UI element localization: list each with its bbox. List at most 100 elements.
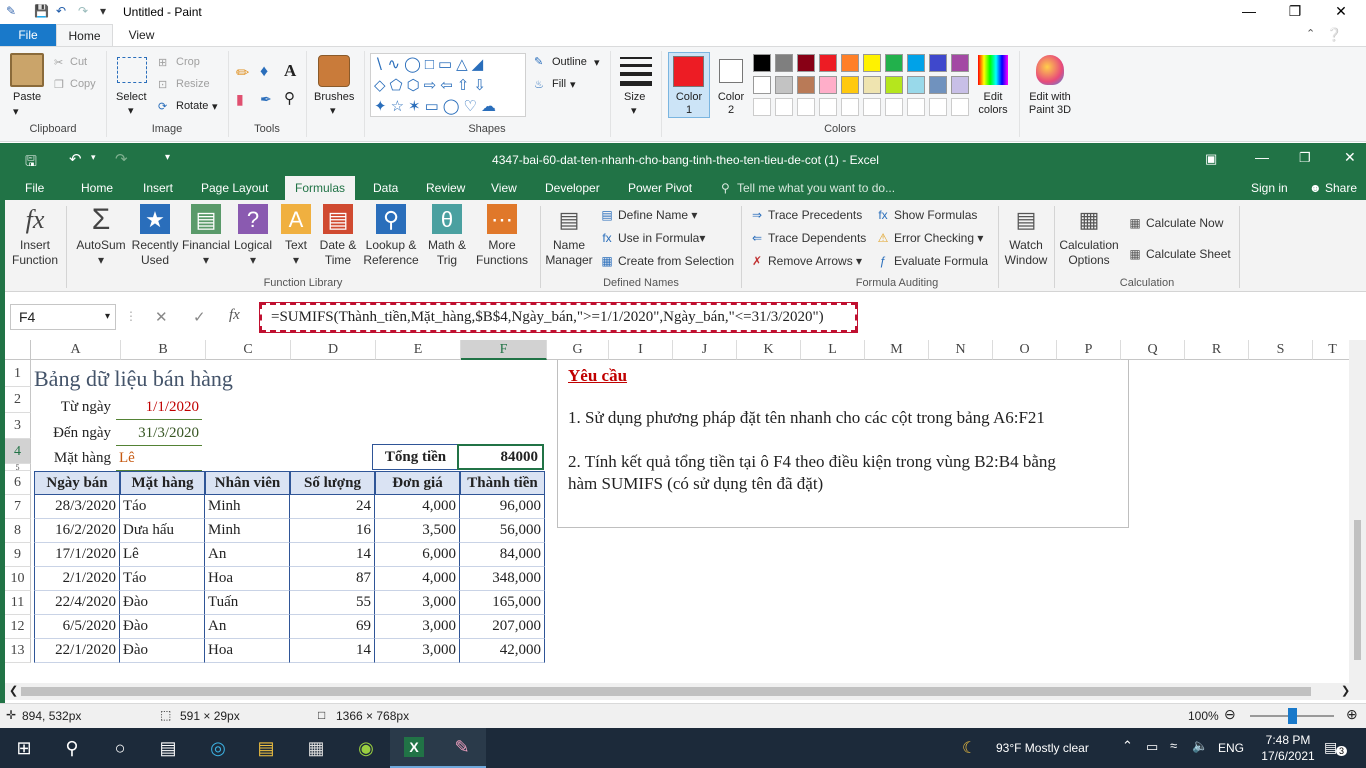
calculate-now-button[interactable]: ▦ Calculate Now — [1127, 216, 1223, 230]
watch-window-button[interactable]: ▤ Watch Window — [1001, 204, 1051, 268]
color2-swatch[interactable] — [719, 59, 743, 83]
create-from-selection-button[interactable]: ▦ Create from Selection — [599, 254, 734, 268]
scroll-left-icon[interactable]: ❮ — [9, 684, 18, 697]
task-view-icon[interactable]: ▤ — [144, 728, 192, 768]
column-header-e[interactable]: E — [376, 340, 461, 360]
row-header-6[interactable]: 6 — [5, 471, 31, 495]
crop-icon[interactable]: ⊞ — [158, 56, 167, 69]
color-picker-icon[interactable]: ✒ — [260, 91, 272, 108]
minimize-button[interactable]: — — [1226, 2, 1272, 22]
palette-swatch-empty[interactable] — [819, 98, 837, 116]
palette-swatch-empty[interactable] — [951, 98, 969, 116]
start-windows-icon[interactable]: ⊞ — [0, 728, 48, 768]
xtab-page-layout[interactable]: Page Layout — [201, 176, 268, 200]
table-cell[interactable]: 2/1/2020 — [34, 567, 120, 591]
total-value-cell[interactable]: 84000 — [457, 444, 544, 470]
cancel-entry-icon[interactable]: ✕ — [155, 308, 168, 326]
palette-swatch-empty[interactable] — [863, 98, 881, 116]
notifications-icon[interactable]: ▤ — [1324, 739, 1337, 756]
brushes-button[interactable]: Brushes — [314, 91, 354, 103]
table-cell[interactable]: Đào — [120, 615, 205, 639]
table-cell[interactable]: Táo — [120, 567, 205, 591]
more-functions-button[interactable]: ⋯ More Functions — [471, 204, 533, 268]
copy-icon[interactable]: ❐ — [54, 78, 64, 91]
color1-swatch[interactable] — [673, 56, 704, 87]
volume-icon[interactable]: 🔈 — [1192, 738, 1208, 754]
row-header-7[interactable]: 7 — [5, 495, 31, 519]
table-cell[interactable]: An — [205, 615, 290, 639]
palette-swatch[interactable] — [907, 76, 925, 94]
table-cell[interactable]: 42,000 — [460, 639, 545, 663]
table-cell[interactable]: Tuấn — [205, 591, 290, 615]
customize-qat-icon[interactable]: ▾ — [100, 4, 106, 20]
table-cell[interactable]: 87 — [290, 567, 375, 591]
table-header[interactable]: Nhân viên — [205, 471, 290, 495]
select-icon[interactable] — [117, 57, 147, 83]
palette-swatch[interactable] — [775, 54, 793, 72]
column-header-c[interactable]: C — [206, 340, 291, 360]
palette-swatch[interactable] — [841, 76, 859, 94]
xtab-file[interactable]: File — [25, 176, 44, 200]
size-icon[interactable] — [620, 57, 652, 86]
palette-swatch[interactable] — [841, 54, 859, 72]
excel-close-button[interactable]: ✕ — [1344, 149, 1356, 166]
clock-date[interactable]: 17/6/2021 — [1256, 749, 1320, 763]
palette-swatch[interactable] — [863, 76, 881, 94]
text-tool-icon[interactable]: A — [284, 61, 296, 81]
table-cell[interactable]: 96,000 — [460, 495, 545, 519]
palette-swatch-empty[interactable] — [797, 98, 815, 116]
palette-swatch[interactable] — [753, 54, 771, 72]
tab-home[interactable]: Home — [56, 24, 113, 46]
palette-swatch[interactable] — [819, 54, 837, 72]
xtab-review[interactable]: Review — [426, 176, 465, 200]
palette-swatch[interactable] — [797, 76, 815, 94]
palette-swatch-empty[interactable] — [841, 98, 859, 116]
close-button[interactable]: ✕ — [1318, 2, 1364, 22]
table-header[interactable]: Đơn giá — [375, 471, 460, 495]
input-language[interactable]: ENG — [1218, 741, 1244, 755]
recently-used-button[interactable]: ★ Recently Used — [129, 204, 181, 268]
paste-icon[interactable] — [10, 53, 44, 87]
row-header-11[interactable]: 11 — [5, 591, 31, 615]
table-cell[interactable]: Hoa — [205, 639, 290, 663]
table-cell[interactable]: 84,000 — [460, 543, 545, 567]
table-cell[interactable]: 22/4/2020 — [34, 591, 120, 615]
magnifier-icon[interactable]: ⚲ — [284, 89, 295, 107]
save-icon[interactable]: 💾 — [34, 4, 49, 20]
xtab-developer[interactable]: Developer — [545, 176, 600, 200]
column-header-j[interactable]: J — [673, 340, 737, 360]
paste-button[interactable]: Paste — [13, 91, 41, 103]
outline-button[interactable]: Outline — [552, 56, 587, 68]
table-header[interactable]: Số lượng — [290, 471, 375, 495]
xtab-formulas[interactable]: Formulas — [285, 176, 356, 200]
sign-in-link[interactable]: Sign in — [1251, 176, 1288, 200]
column-header-n[interactable]: N — [929, 340, 993, 360]
sheet-title[interactable]: Bảng dữ liệu bán hàng — [34, 364, 233, 394]
zoom-out-icon[interactable]: ⊖ — [1224, 706, 1236, 723]
column-header-i[interactable]: I — [609, 340, 673, 360]
row-header-10[interactable]: 10 — [5, 567, 31, 591]
share-button[interactable]: Share — [1325, 176, 1357, 200]
table-header[interactable]: Ngày bán — [34, 471, 120, 495]
table-cell[interactable]: 3,000 — [375, 615, 460, 639]
crop-button[interactable]: Crop — [176, 56, 200, 68]
column-header-k[interactable]: K — [737, 340, 801, 360]
resize-button[interactable]: Resize — [176, 78, 210, 90]
table-cell[interactable]: 14 — [290, 543, 375, 567]
fill-button[interactable]: Fill — [552, 78, 566, 90]
column-header-g[interactable]: G — [547, 340, 609, 360]
row-header-5[interactable]: 5 — [5, 464, 31, 472]
rotate-button[interactable]: Rotate — [176, 100, 208, 112]
show-hidden-icons-icon[interactable]: ⌃ — [1122, 738, 1133, 754]
column-header-q[interactable]: Q — [1121, 340, 1185, 360]
edit-colors-button[interactable]: Edit colors — [976, 91, 1010, 117]
table-cell[interactable]: 16/2/2020 — [34, 519, 120, 543]
row-header-1[interactable]: 1 — [5, 360, 31, 387]
vertical-scroll-thumb[interactable] — [1354, 520, 1361, 660]
wifi-icon[interactable]: ≈ — [1170, 738, 1177, 753]
table-cell[interactable]: 4,000 — [375, 567, 460, 591]
requirements-box[interactable]: Yêu cầu 1. Sử dụng phương pháp đặt tên n… — [557, 360, 1129, 528]
financial-button[interactable]: ▤ Financial ▾ — [180, 204, 232, 268]
cut-icon[interactable]: ✂ — [54, 56, 63, 69]
excel-restore-button[interactable]: ❐ — [1299, 150, 1311, 166]
